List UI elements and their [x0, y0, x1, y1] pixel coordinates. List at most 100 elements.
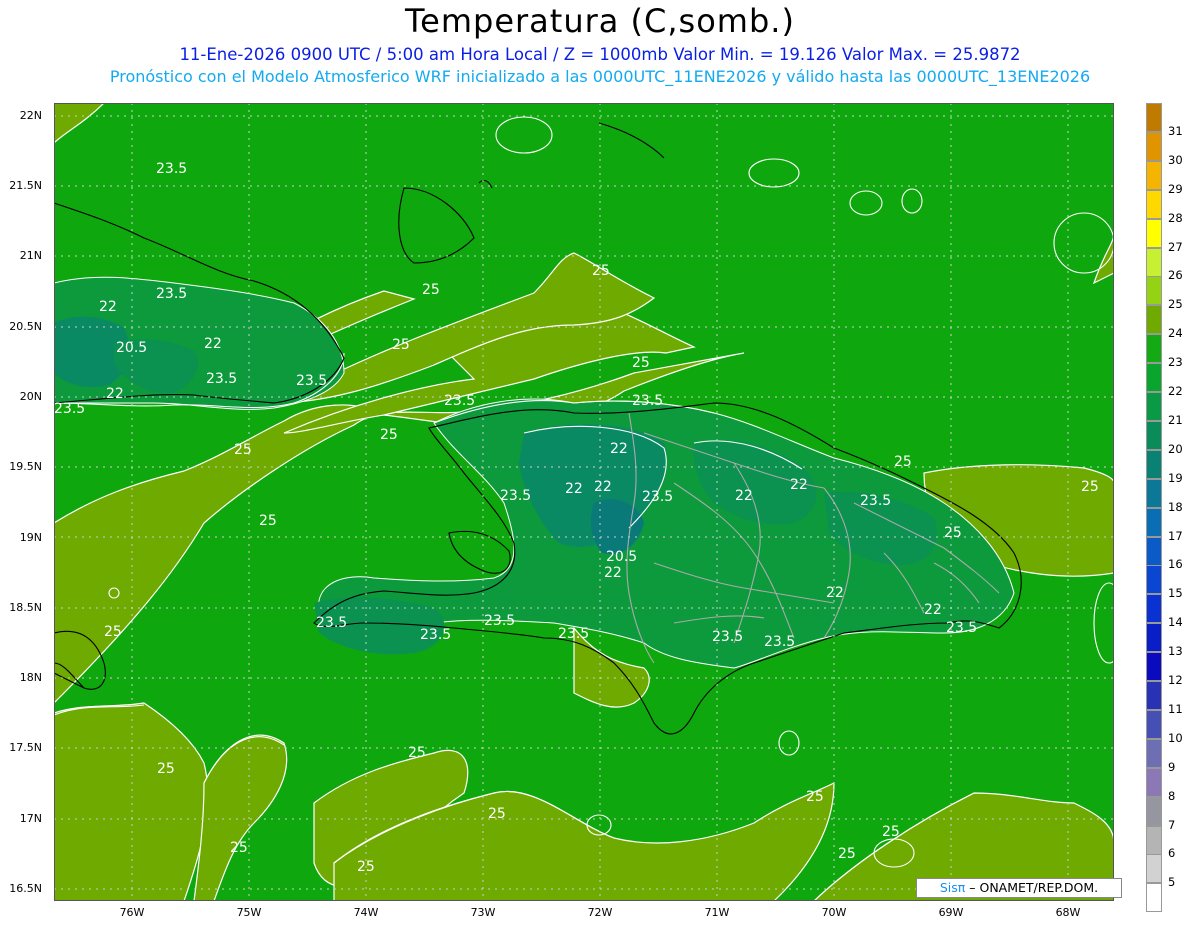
colorbar-swatch	[1146, 218, 1162, 248]
contour-label: 20.5	[606, 549, 637, 565]
colorbar-swatch	[1146, 478, 1162, 508]
lon-label: 69W	[938, 906, 964, 919]
contour-label: 25	[882, 824, 900, 840]
colorbar-label: 6	[1168, 846, 1176, 861]
colorbar-label: 21	[1168, 412, 1183, 427]
colorbar-swatch	[1146, 738, 1162, 768]
colorbar-swatch	[1146, 594, 1162, 624]
credit-text: – ONAMET/REP.DOM.	[965, 880, 1099, 895]
lat-label: 21N	[19, 249, 42, 262]
contour-label: 23.5	[712, 629, 743, 645]
contour-label: 22	[594, 479, 612, 495]
colorbar-swatch	[1146, 854, 1162, 884]
contour-label: 22	[790, 477, 808, 493]
colorbar-label: 23	[1168, 355, 1183, 370]
lon-label: 72W	[587, 906, 613, 919]
contour-label: 25	[632, 355, 650, 371]
contour-label: 22	[924, 602, 942, 618]
contour-label: 25	[592, 263, 610, 279]
lon-label: 70W	[821, 906, 847, 919]
colorbar-label: 7	[1168, 817, 1176, 832]
lon-label: 71W	[704, 906, 730, 919]
colorbar-swatch	[1146, 883, 1162, 913]
contour-label: 25	[234, 442, 252, 458]
contour-label: 23.5	[484, 613, 515, 629]
contour-label: 25	[104, 624, 122, 640]
colorbar-label: 24	[1168, 326, 1183, 341]
colorbar-swatch	[1146, 276, 1162, 306]
map-canvas: 23.5 23.5 23.5 23.5 23.5 23.5 23.5 23.5 …	[53, 102, 1125, 902]
contour-label: 22	[610, 441, 628, 457]
colorbar-swatch	[1146, 247, 1162, 277]
contour-label: 23.5	[420, 627, 451, 643]
contour-label: 23.5	[764, 634, 795, 650]
contour-label: 25	[408, 745, 426, 761]
colorbar-label: 25	[1168, 297, 1183, 312]
lat-label: 17N	[19, 812, 42, 825]
lon-label: 68W	[1055, 906, 1081, 919]
lon-label: 73W	[470, 906, 496, 919]
colorbar-label: 22	[1168, 384, 1183, 398]
colorbar-label: 27	[1168, 239, 1183, 254]
contour-label: 23.5	[558, 626, 589, 642]
contour-label: 23.5	[632, 393, 663, 409]
colorbar-swatch	[1146, 652, 1162, 682]
contour-label: 25	[894, 454, 912, 470]
contour-label: 25	[1081, 479, 1099, 495]
colorbar-label: 15	[1168, 586, 1183, 601]
contour-label: 23.5	[860, 493, 891, 509]
colorbar-label: 16	[1168, 557, 1183, 572]
contour-label: 23.5	[156, 161, 187, 177]
lat-label: 21.5N	[9, 179, 42, 192]
colorbar-swatch	[1146, 825, 1162, 855]
colorbar-swatch	[1146, 623, 1162, 653]
contour-label: 22	[604, 565, 622, 581]
contour-label: 22	[99, 299, 117, 315]
colorbar-label: 31	[1168, 123, 1183, 138]
lon-label: 75W	[236, 906, 262, 919]
contour-label: 20.5	[116, 340, 147, 356]
colorbar-swatch	[1146, 334, 1162, 364]
lat-label: 16.5N	[9, 882, 42, 895]
colorbar-label: 26	[1168, 268, 1183, 283]
lat-label: 20N	[19, 390, 42, 403]
colorbar-label: 8	[1168, 788, 1176, 803]
contour-label: 22	[204, 336, 222, 352]
colorbar-swatch	[1146, 131, 1162, 161]
contour-label: 25	[230, 840, 248, 856]
map-title: Temperatura (C,somb.)	[405, 2, 795, 40]
model-info-subtitle: Pronóstico con el Modelo Atmosferico WRF…	[109, 67, 1091, 86]
contour-label: 25	[380, 427, 398, 443]
lat-label: 19N	[19, 531, 42, 544]
lat-label: 18N	[19, 671, 42, 684]
colorbar-swatch	[1146, 536, 1162, 566]
colorbar-swatch	[1146, 392, 1162, 421]
lon-label: 76W	[119, 906, 145, 919]
lat-label: 17.5N	[9, 741, 42, 754]
contour-label: 25	[422, 282, 440, 298]
colorbar-label: 5	[1168, 875, 1176, 890]
contour-label: 23.5	[316, 615, 347, 631]
contour-label: 23.5	[642, 489, 673, 505]
colorbar-label: 19	[1168, 470, 1183, 485]
contour-label: 25	[259, 513, 277, 529]
lat-label: 20.5N	[9, 320, 42, 333]
colorbar-label: 17	[1168, 528, 1183, 543]
contour-label: 25	[157, 761, 175, 777]
colorbar-swatch	[1146, 160, 1162, 190]
colorbar-swatch	[1146, 305, 1162, 335]
lat-label: 22N	[19, 109, 42, 122]
colorbar-swatch	[1146, 767, 1162, 797]
contour-label: 23.5	[946, 620, 977, 636]
contour-label: 23.5	[500, 488, 531, 504]
colorbar-swatch	[1146, 507, 1162, 537]
colorbar-swatch	[1146, 189, 1162, 219]
temperature-map: 23.5 23.5 23.5 23.5 23.5 23.5 23.5 23.5 …	[53, 102, 1125, 902]
colorbar-swatch	[1146, 363, 1162, 393]
contour-label: 23.5	[54, 401, 85, 417]
contour-label: 22	[106, 386, 124, 402]
colorbar-swatch	[1146, 449, 1162, 479]
colorbar-swatch	[1146, 565, 1162, 595]
colorbar-label: 18	[1168, 499, 1183, 514]
colorbar-label: 29	[1168, 181, 1183, 196]
